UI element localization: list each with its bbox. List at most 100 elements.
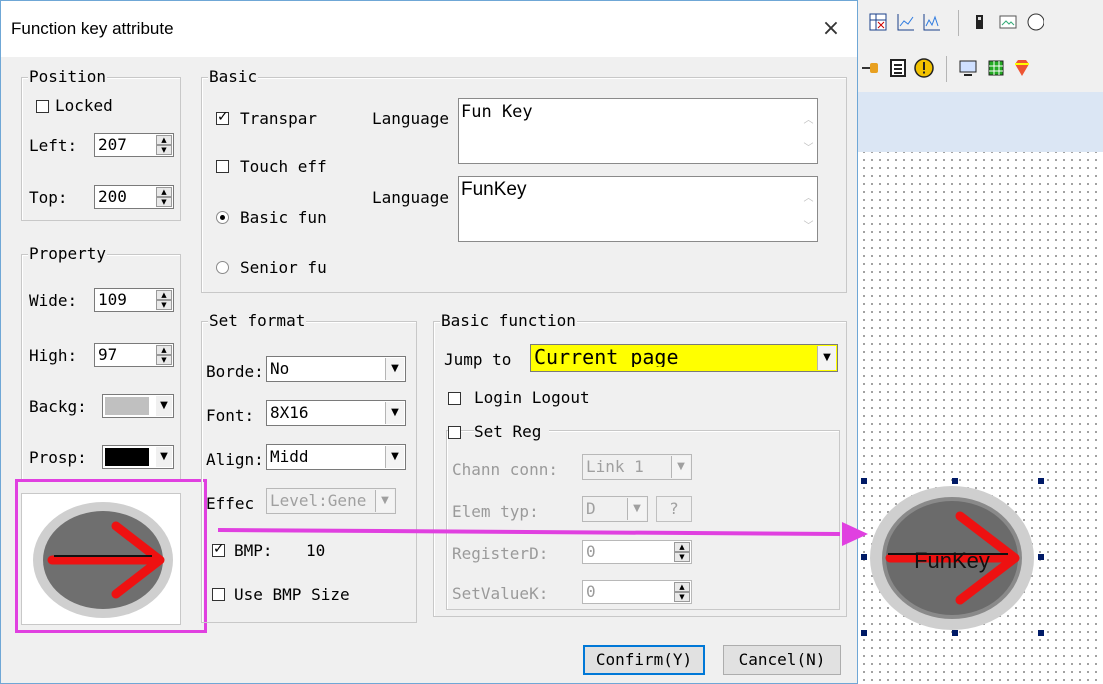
spin-down-icon[interactable]: ▼ xyxy=(674,592,690,602)
top-spinner[interactable]: 200 ▲ ▼ xyxy=(94,185,174,209)
close-button[interactable]: × xyxy=(813,11,849,47)
help-icon: ? xyxy=(669,499,679,518)
basic-function-radio[interactable] xyxy=(216,211,229,224)
scroll-down-icon[interactable]: ﹀ xyxy=(800,139,817,154)
channel-connection-select[interactable]: Link 1 ▼ xyxy=(582,454,692,480)
font-select[interactable]: 8X16 ▼ xyxy=(266,400,406,426)
touch-effect-checkbox[interactable] xyxy=(216,160,229,173)
chevron-down-icon[interactable]: ▼ xyxy=(385,358,404,380)
chevron-down-icon[interactable]: ▼ xyxy=(375,490,394,512)
grid-icon[interactable] xyxy=(986,58,1006,78)
bmp-number: 10 xyxy=(306,541,326,560)
locked-checkbox[interactable] xyxy=(36,100,49,113)
element-type-label: Elem typ: xyxy=(452,502,539,521)
high-spinner[interactable]: 97 ▲ ▼ xyxy=(94,343,174,367)
property-group: Property Wide: 109 ▲ ▼ High: 97 ▲ ▼ Backg:… xyxy=(21,244,181,480)
border-value: No xyxy=(270,359,290,378)
gem-icon[interactable] xyxy=(1012,58,1032,78)
spin-up-icon[interactable]: ▲ xyxy=(156,135,172,145)
chevron-down-icon[interactable]: ▼ xyxy=(385,402,404,424)
prospect-color-label: Prosp: xyxy=(29,448,87,467)
spin-up-icon[interactable]: ▲ xyxy=(674,582,690,592)
clock-icon[interactable] xyxy=(1024,12,1044,32)
language2-value: FunKey xyxy=(461,179,527,200)
image-icon[interactable] xyxy=(998,12,1018,32)
jump-to-value: Current page xyxy=(534,347,679,367)
document-icon[interactable] xyxy=(888,58,908,78)
language1-text-field[interactable]: Fun Key ︿ ﹀ xyxy=(458,98,818,164)
chevron-down-icon[interactable]: ▼ xyxy=(817,346,836,370)
designer-toolbar-top xyxy=(858,0,1103,47)
cancel-button[interactable]: Cancel(N) xyxy=(723,645,841,675)
scroll-down-icon[interactable]: ﹀ xyxy=(800,217,817,232)
spin-up-icon[interactable]: ▲ xyxy=(156,187,172,197)
background-color-picker[interactable]: ▼ xyxy=(102,394,174,418)
channel-connection-label: Chann conn: xyxy=(452,460,558,479)
jump-to-select[interactable]: Current page ▼ xyxy=(530,344,838,372)
set-format-group: Set format Borde: No ▼ Font: 8X16 ▼ Alig… xyxy=(201,311,417,623)
login-logout-label: Login Logout xyxy=(474,388,590,407)
toolbar-separator xyxy=(946,56,947,82)
monitor-icon[interactable] xyxy=(958,58,978,78)
high-label: High: xyxy=(29,346,78,365)
spin-down-icon[interactable]: ▼ xyxy=(156,197,172,207)
spin-down-icon[interactable]: ▼ xyxy=(674,552,690,562)
annotation-highlight-box xyxy=(15,479,207,633)
table-icon[interactable] xyxy=(868,12,888,32)
dialog-title: Function key attribute xyxy=(11,19,174,38)
trend-chart-icon[interactable] xyxy=(922,12,942,32)
confirm-button[interactable]: Confirm(Y) xyxy=(583,645,705,675)
element-type-value: D xyxy=(586,499,596,518)
set-format-group-label: Set format xyxy=(208,311,307,331)
set-reg-label: Set Reg xyxy=(474,422,550,442)
set-reg-checkbox[interactable] xyxy=(448,426,461,439)
position-group-label: Position xyxy=(28,67,108,87)
chevron-down-icon[interactable]: ▼ xyxy=(156,396,172,416)
set-value-spinner[interactable]: 0 ▲ ▼ xyxy=(582,580,692,604)
spin-up-icon[interactable]: ▲ xyxy=(156,345,172,355)
connector-icon[interactable] xyxy=(862,58,882,78)
left-spinner[interactable]: 207 ▲ ▼ xyxy=(94,133,174,157)
prospect-color-picker[interactable]: ▼ xyxy=(102,445,174,469)
use-bmp-size-checkbox[interactable] xyxy=(212,588,225,601)
login-logout-checkbox[interactable] xyxy=(448,392,461,405)
dialog-title-bar: Function key attribute × xyxy=(1,1,857,57)
chevron-down-icon[interactable]: ▼ xyxy=(156,447,172,467)
element-type-help-button[interactable]: ? xyxy=(656,496,692,522)
chevron-down-icon[interactable]: ▼ xyxy=(627,498,646,520)
device-icon[interactable] xyxy=(970,12,990,32)
touch-effect-label: Touch eff xyxy=(240,157,327,176)
effect-value: Level:Gene xyxy=(270,491,367,510)
register-spinner[interactable]: 0 ▲ ▼ xyxy=(582,540,692,564)
senior-function-radio[interactable] xyxy=(216,261,229,274)
canvas-function-key[interactable]: FunKey xyxy=(860,478,1050,638)
spin-down-icon[interactable]: ▼ xyxy=(156,300,172,310)
effect-select[interactable]: Level:Gene ▼ xyxy=(266,488,396,514)
border-select[interactable]: No ▼ xyxy=(266,356,406,382)
transparent-label: Transpar xyxy=(240,109,318,128)
top-label: Top: xyxy=(29,188,68,207)
wide-value: 109 xyxy=(98,290,127,309)
transparent-checkbox[interactable] xyxy=(216,109,229,125)
line-chart-icon[interactable] xyxy=(896,12,916,32)
language2-text-field[interactable]: FunKey ︿ ﹀ xyxy=(458,176,818,242)
position-group: Position Locked Left: 207 ▲ ▼ Top: 200 ▲ ▼ xyxy=(21,67,181,221)
bmp-checkbox[interactable] xyxy=(212,541,225,557)
spin-up-icon[interactable]: ▲ xyxy=(674,542,690,552)
spin-up-icon[interactable]: ▲ xyxy=(156,290,172,300)
scroll-up-icon[interactable]: ︿ xyxy=(800,111,817,126)
chevron-down-icon[interactable]: ▼ xyxy=(671,456,690,478)
background-color-swatch xyxy=(105,397,149,415)
align-select[interactable]: Midd ▼ xyxy=(266,444,406,470)
wide-spinner[interactable]: 109 ▲ ▼ xyxy=(94,288,174,312)
wide-label: Wide: xyxy=(29,291,78,310)
toolbar-separator xyxy=(958,10,959,36)
use-bmp-size-label: Use BMP Size xyxy=(234,585,350,604)
scroll-up-icon[interactable]: ︿ xyxy=(800,189,817,204)
spin-down-icon[interactable]: ▼ xyxy=(156,355,172,365)
element-type-select[interactable]: D ▼ xyxy=(582,496,648,522)
spin-down-icon[interactable]: ▼ xyxy=(156,145,172,155)
chevron-down-icon[interactable]: ▼ xyxy=(385,446,404,468)
locked-label: Locked xyxy=(55,96,113,115)
alarm-icon[interactable] xyxy=(914,58,934,78)
